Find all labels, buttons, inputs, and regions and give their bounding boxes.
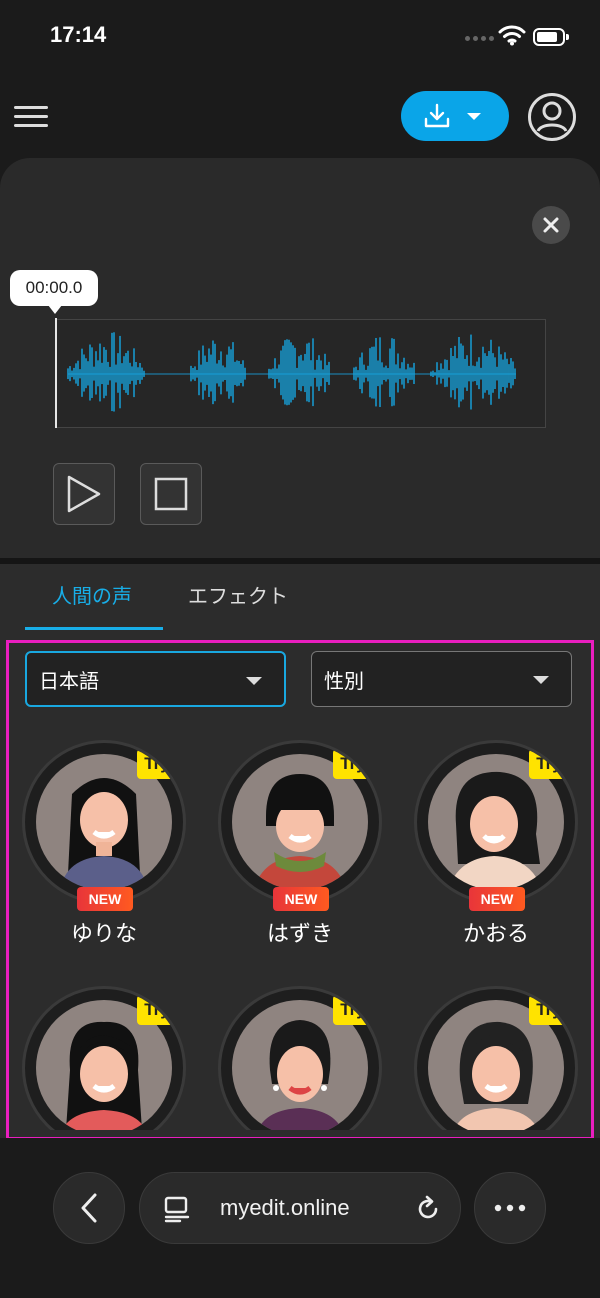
close-button[interactable] <box>532 206 570 244</box>
status-time: 17:14 <box>50 22 107 47</box>
highlight-frame <box>6 640 594 1140</box>
play-button[interactable] <box>53 463 115 525</box>
stop-button[interactable] <box>140 463 202 525</box>
waveform-area[interactable] <box>55 319 546 428</box>
address-bar[interactable]: myedit.online <box>139 1172 461 1244</box>
download-icon <box>424 103 450 128</box>
app-screen: 17:14 00:00.0 人間の声 エフェクト 日本語 性別 Try NEW … <box>0 0 600 1298</box>
url-text: myedit.online <box>220 1195 350 1220</box>
chevron-left-icon <box>81 1193 97 1223</box>
wifi-icon <box>498 25 526 46</box>
page-menu-icon <box>164 1196 190 1223</box>
playhead-timestamp: 00:00.0 <box>10 270 98 314</box>
playhead-line[interactable] <box>55 318 57 428</box>
tab-effects[interactable]: エフェクト <box>188 580 288 609</box>
status-bar: 17:14 <box>0 0 600 76</box>
stop-icon <box>154 477 188 511</box>
tab-human-voice[interactable]: 人間の声 <box>52 580 132 609</box>
browser-toolbar: myedit.online <box>0 1138 600 1298</box>
waveform-graphic <box>67 332 516 412</box>
ellipsis-icon <box>494 1204 526 1212</box>
account-icon[interactable] <box>527 92 577 142</box>
active-tab-indicator <box>25 627 163 630</box>
download-button[interactable] <box>401 91 509 141</box>
battery-icon <box>533 28 569 46</box>
tab-bar: 人間の声 エフェクト <box>0 564 600 632</box>
chevron-down-icon[interactable] <box>467 112 481 120</box>
reload-icon[interactable] <box>414 1195 442 1223</box>
close-icon <box>543 217 559 233</box>
more-options-button[interactable] <box>474 1172 546 1244</box>
play-icon <box>67 475 101 513</box>
audio-editor: 00:00.0 <box>0 158 600 558</box>
cellular-signal-icon <box>465 36 494 41</box>
hamburger-menu-icon[interactable] <box>14 106 48 128</box>
back-button[interactable] <box>53 1172 125 1244</box>
app-header <box>0 76 600 158</box>
